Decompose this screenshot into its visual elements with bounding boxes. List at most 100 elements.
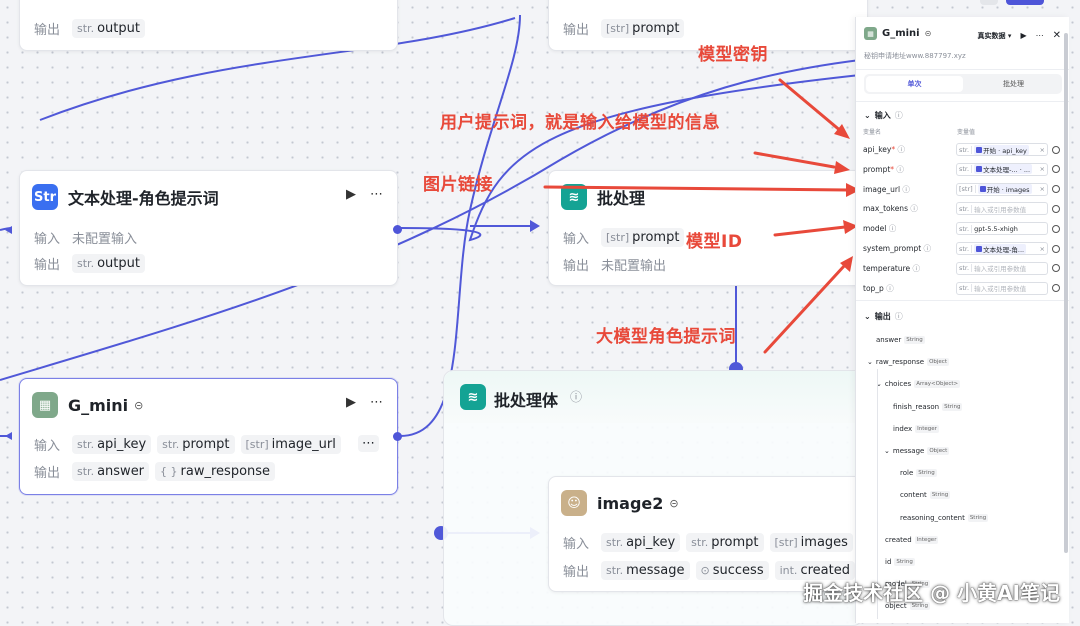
variable-picker-icon[interactable] [1052, 244, 1060, 253]
workflow-canvas[interactable]: 输出 str. output 输出 [str] prompt Str 文本处理-角色… [0, 0, 1080, 626]
output-item-message[interactable]: ⌄ message Object [884, 447, 950, 455]
type-label: str. [959, 165, 973, 174]
toolbar-button[interactable] [980, 0, 998, 5]
output-name: reasoning_content [900, 513, 965, 522]
tab-single[interactable]: 单次 [866, 76, 963, 92]
annotation-user-prompt: 用户提示词，就是输入给模型的信息 [440, 113, 720, 133]
required-mark: * [891, 145, 896, 154]
annotation-model-key: 模型密钥 [698, 45, 768, 65]
clear-icon[interactable]: × [1040, 165, 1045, 173]
toolbar-primary-button[interactable] [1006, 0, 1044, 5]
variable-picker-icon[interactable] [1052, 204, 1060, 213]
output-item-raw_response[interactable]: ⌄ raw_response Object [867, 358, 949, 367]
variable-name-model: model ⓘ [863, 223, 896, 234]
output-type: String [916, 469, 937, 478]
output-item-created: created Integer [885, 535, 939, 544]
variable-picker-icon[interactable] [1052, 224, 1060, 233]
reference-text: 开始 · images [986, 186, 1030, 195]
output-type: String [929, 491, 951, 500]
info-icon: ⓘ [912, 263, 921, 273]
variable-value-max_tokens[interactable]: str. 输入或引用参数值 [956, 202, 1048, 216]
output-section-header[interactable]: ⌄ 输出 ⓘ [864, 311, 903, 322]
type-label: str. [959, 204, 973, 213]
value-text: gpt-5.5-xhigh [974, 224, 1018, 233]
output-type: String [904, 336, 925, 344]
output-name: finish_reason [893, 402, 940, 411]
required-mark: * [890, 164, 895, 174]
info-icon: ⓘ [923, 244, 932, 253]
variable-name-top_p: top_p ⓘ [863, 283, 894, 294]
var-name-text: prompt [863, 164, 891, 174]
variable-picker-icon[interactable] [1052, 185, 1060, 194]
variable-picker-icon[interactable] [1052, 264, 1060, 273]
variable-value-temperature[interactable]: str. 输入或引用参数值 [956, 261, 1048, 275]
reference-tag[interactable]: 文本处理-角... [974, 243, 1027, 254]
node-config-panel[interactable]: ▦ G_mini ⊝ 真实数据 ▾ ▶ ⋯ ✕ 秘钥申请地址www.887797… [855, 17, 1069, 623]
output-item-index: index Integer [893, 424, 939, 433]
variable-name-image_url: image_url ⓘ [863, 184, 910, 195]
reference-text: 文本处理-... · ... [983, 166, 1031, 175]
variable-picker-icon[interactable] [1052, 165, 1060, 174]
close-icon[interactable]: ✕ [1053, 30, 1061, 41]
chevron-down-icon: ⌄ [884, 447, 890, 455]
info-icon: ⓘ [910, 204, 918, 214]
variable-value-system_prompt[interactable]: str. 文本处理-角... × [956, 242, 1048, 255]
reference-tag[interactable]: 文本处理-... · ... [974, 164, 1033, 175]
panel-scrollbar[interactable] [1064, 33, 1068, 553]
output-item-role: role String [900, 469, 937, 478]
variable-value-image_url[interactable]: [str] 开始 · images × [956, 182, 1048, 196]
value-text: 输入或引用参数值 [974, 205, 1027, 214]
play-icon[interactable]: ▶ [1020, 31, 1026, 40]
info-icon: ⓘ [894, 111, 903, 120]
variable-value-api_key[interactable]: str. 开始 · api_key × [956, 143, 1048, 156]
output-item-answer: answer String [876, 336, 925, 344]
chevron-down-icon: ⌄ [864, 111, 871, 120]
output-name: content [900, 491, 927, 500]
info-icon: ⓘ [897, 145, 905, 154]
output-name: message [892, 447, 925, 455]
reference-text: 文本处理-角... [983, 245, 1025, 254]
output-name: answer [876, 336, 902, 344]
clear-icon[interactable]: × [1040, 245, 1045, 253]
variable-picker-icon[interactable] [1052, 284, 1060, 293]
output-type: Integer [914, 535, 939, 544]
type-label: str. [959, 145, 973, 154]
variable-value-model[interactable]: str. gpt-5.5-xhigh [956, 222, 1048, 236]
output-item-choices[interactable]: ⌄ choices Array<Object> [876, 380, 961, 389]
variable-name-prompt: prompt* ⓘ [863, 164, 904, 175]
node-ref-icon [976, 245, 983, 252]
info-icon: ⓘ [902, 184, 910, 194]
annotation-image-link: 图片链接 [423, 175, 493, 195]
output-item-content: content String [900, 491, 951, 500]
var-name-text: system_prompt [863, 244, 922, 253]
type-label: str. [959, 264, 973, 273]
annotation-system-prompt: 大模型角色提示词 [596, 327, 736, 347]
info-icon: ⓘ [894, 312, 903, 321]
variable-name-max_tokens: max_tokens ⓘ [863, 203, 918, 214]
clear-icon[interactable]: × [1040, 146, 1045, 154]
info-icon: ⓘ [888, 224, 897, 234]
reference-tag[interactable]: 开始 · api_key [974, 144, 1029, 155]
info-icon: ⓘ [896, 164, 904, 174]
output-item-reasoning_content: reasoning_content String [900, 513, 989, 522]
reference-text: 开始 · api_key [983, 146, 1027, 155]
output-type: String [894, 558, 915, 566]
link-icon: ⊝ [924, 29, 932, 38]
panel-actions: 真实数据 ▾ ▶ ⋯ ✕ [978, 30, 1062, 41]
input-section-header[interactable]: ⌄ 输入 ⓘ [864, 110, 903, 121]
var-name-text: model [863, 224, 887, 234]
output-name: index [893, 424, 913, 433]
section-title: 输入 [874, 111, 891, 120]
output-name: id [885, 558, 892, 566]
output-type: String [942, 402, 963, 411]
reference-tag[interactable]: 开始 · images [977, 184, 1032, 195]
variable-value-top_p[interactable]: str. 输入或引用参数值 [956, 281, 1048, 295]
variable-value-prompt[interactable]: str. 文本处理-... · ... × [956, 162, 1048, 176]
more-icon[interactable]: ⋯ [1036, 31, 1044, 40]
tab-batch[interactable]: 批处理 [965, 74, 1062, 94]
panel-tabs: 单次 批处理 [864, 74, 1062, 94]
chevron-down-icon: ⌄ [864, 312, 871, 321]
clear-icon[interactable]: × [1040, 185, 1045, 193]
data-mode-select[interactable]: 真实数据 ▾ [978, 31, 1012, 41]
variable-picker-icon[interactable] [1052, 145, 1060, 154]
